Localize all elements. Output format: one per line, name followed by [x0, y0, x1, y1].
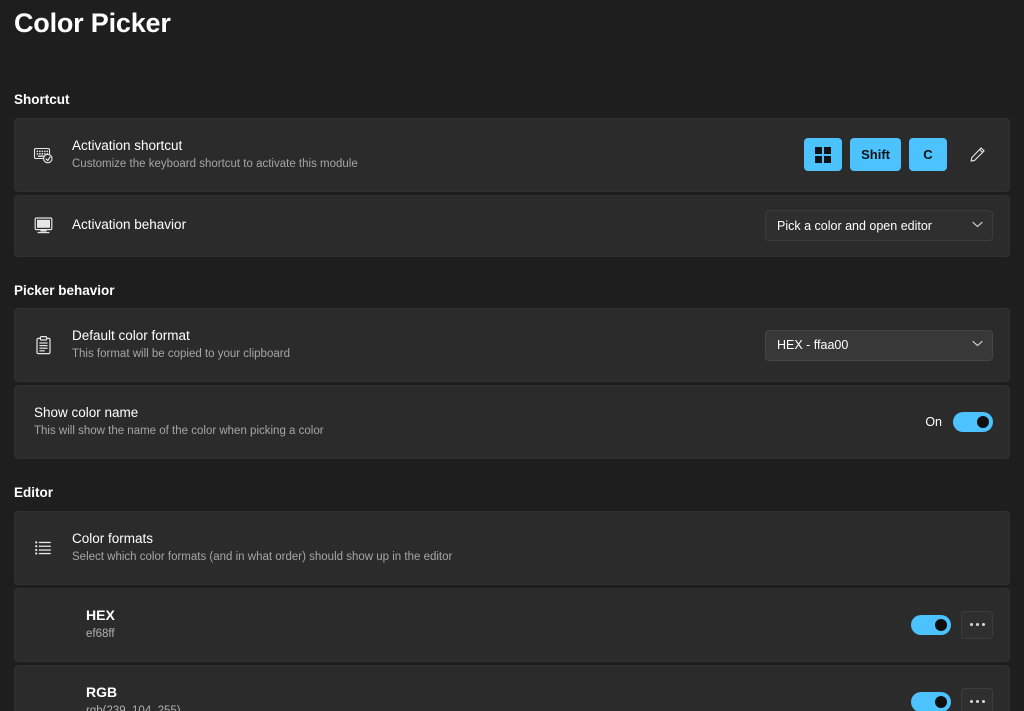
hex-more-options-button[interactable]: [961, 610, 993, 639]
dot: [981, 700, 985, 703]
windows-key[interactable]: [804, 138, 843, 171]
row-format-rgb[interactable]: RGB rgb(239, 104, 255): [14, 664, 1010, 711]
row-title: Activation behavior: [72, 217, 187, 233]
rgb-more-options-button[interactable]: [961, 687, 993, 711]
row-text-format-rgb: RGB rgb(239, 104, 255): [34, 684, 911, 711]
editor-group: Color formats Select which color formats…: [14, 510, 1010, 711]
clipboard-icon: [33, 335, 63, 356]
dropdown-value: HEX - ffaa00: [777, 338, 849, 352]
chevron-down-icon: [972, 340, 983, 350]
pencil-icon[interactable]: [961, 139, 993, 171]
show-color-name-toggle[interactable]: [953, 412, 993, 432]
row-activation-shortcut[interactable]: Activation shortcut Customize the keyboa…: [14, 117, 1010, 192]
page-title: Color Picker: [14, 8, 171, 38]
row-title: Default color format: [72, 328, 190, 344]
dot: [975, 700, 979, 703]
row-right-controls: [911, 687, 993, 711]
row-right-controls: Pick a color and open editor: [765, 210, 993, 241]
windows-logo-icon: [815, 146, 832, 163]
dot: [981, 623, 985, 626]
row-title: Show color name: [34, 405, 139, 421]
dot: [975, 623, 979, 626]
row-text-color-formats: Color formats Select which color formats…: [63, 531, 993, 565]
row-subtitle: Select which color formats (and in what …: [72, 550, 453, 563]
section-header-picker-behavior: Picker behavior: [14, 282, 115, 298]
row-right-controls: Shift C: [804, 138, 993, 171]
shortcut-group: Activation shortcut Customize the keyboa…: [14, 117, 1010, 257]
dot: [969, 700, 973, 703]
rgb-format-toggle[interactable]: [911, 691, 951, 711]
row-show-color-name[interactable]: Show color name This will show the name …: [14, 385, 1010, 459]
default-color-format-dropdown[interactable]: HEX - ffaa00: [765, 329, 993, 361]
shortcut-keys: Shift C: [804, 138, 947, 171]
picker-behavior-group: Default color format This format will be…: [14, 308, 1010, 459]
row-text-format-hex: HEX ef68ff: [34, 607, 911, 641]
activation-behavior-dropdown[interactable]: Pick a color and open editor: [765, 210, 993, 241]
row-right-controls: [911, 610, 993, 639]
c-key[interactable]: C: [909, 138, 947, 171]
row-text-activation-behavior: Activation behavior: [63, 217, 765, 233]
dropdown-value: Pick a color and open editor: [777, 218, 932, 233]
row-subtitle: Customize the keyboard shortcut to activ…: [72, 157, 358, 170]
row-text-activation-shortcut: Activation shortcut Customize the keyboa…: [63, 138, 804, 172]
hex-format-toggle[interactable]: [911, 614, 951, 635]
chevron-down-icon: [972, 221, 983, 231]
row-subtitle: This will show the name of the color whe…: [34, 425, 324, 438]
row-right-controls: HEX - ffaa00: [765, 329, 993, 361]
dot: [969, 623, 973, 626]
row-title: RGB: [86, 684, 118, 701]
row-text-show-color-name: Show color name This will show the name …: [34, 405, 925, 439]
row-subtitle: rgb(239, 104, 255): [86, 704, 911, 711]
shift-key[interactable]: Shift: [850, 138, 901, 171]
toggle-state-label: On: [925, 415, 942, 429]
row-default-color-format[interactable]: Default color format This format will be…: [14, 308, 1010, 382]
row-text-default-color-format: Default color format This format will be…: [63, 328, 765, 362]
row-color-formats[interactable]: Color formats Select which color formats…: [14, 510, 1010, 585]
row-subtitle: ef68ff: [86, 628, 115, 641]
keyboard-shortcut-icon: [33, 144, 63, 166]
color-picker-settings-page: Color Picker Shortcut Activation shortcu…: [0, 0, 1024, 711]
row-title: Activation shortcut: [72, 137, 183, 153]
row-title: HEX: [86, 607, 115, 624]
section-header-editor: Editor: [14, 485, 53, 500]
row-activation-behavior[interactable]: Activation behavior Pick a color and ope…: [14, 194, 1010, 257]
row-format-hex[interactable]: HEX ef68ff: [14, 587, 1010, 662]
section-header-shortcut: Shortcut: [14, 92, 70, 107]
show-color-name-toggle-wrap: On: [925, 412, 993, 432]
row-title: Color formats: [72, 530, 154, 546]
row-subtitle: This format will be copied to your clipb…: [72, 348, 290, 361]
list-icon: [33, 537, 63, 558]
monitor-icon: [33, 215, 63, 236]
row-right-controls: On: [925, 412, 993, 432]
